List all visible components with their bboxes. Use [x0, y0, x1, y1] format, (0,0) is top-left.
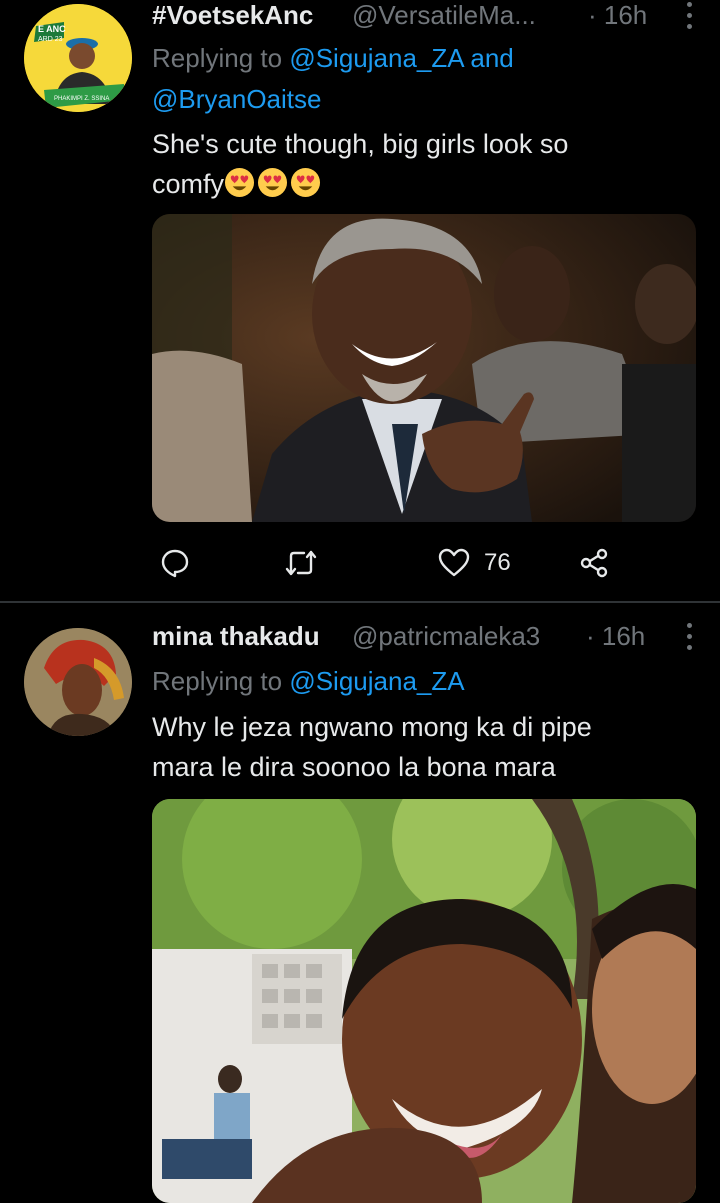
- tweet-text-line: mara le dira soonoo la bona mara: [152, 752, 556, 782]
- avatar[interactable]: E ANC ARD 23 PHAKIMPI Z. SSINA: [24, 4, 132, 112]
- mention-joiner[interactable]: and: [470, 43, 513, 73]
- tweet-photo[interactable]: [152, 799, 696, 1203]
- heart-eyes-emoji-icon: [257, 167, 288, 198]
- user-handle[interactable]: @VersatileMa...: [352, 0, 536, 31]
- tweet[interactable]: mina thakadu @patricmaleka3 · 16h Replyi…: [0, 603, 720, 1203]
- tweet-text-fragment: comfy: [152, 169, 225, 199]
- like-count: 76: [484, 549, 511, 576]
- heart-eyes-emoji-icon: [290, 167, 321, 198]
- replying-to-label: Replying to: [152, 43, 283, 73]
- display-name[interactable]: mina thakadu: [152, 621, 320, 652]
- speech-bubble-icon: [160, 548, 190, 578]
- tweet-text-line: She's cute though, big girls look so: [152, 129, 569, 159]
- avatar-badge-text: E ANC: [38, 24, 66, 34]
- tweet-header: #VoetsekAnc @VersatileMa... · 16h: [152, 0, 720, 40]
- reply-button[interactable]: [160, 542, 190, 584]
- heart-icon: [438, 548, 470, 578]
- mention-link[interactable]: @Sigujana_ZA: [289, 43, 463, 73]
- timestamp[interactable]: · 16h: [586, 621, 645, 652]
- display-name[interactable]: #VoetsekAnc: [152, 0, 313, 31]
- more-vertical-icon[interactable]: [684, 2, 694, 32]
- timestamp[interactable]: · 16h: [588, 0, 647, 31]
- tweet[interactable]: E ANC ARD 23 PHAKIMPI Z. SSINA #VoetsekA…: [0, 0, 720, 602]
- tweet-header: mina thakadu @patricmaleka3 · 16h: [152, 621, 720, 661]
- replying-to-line: Replying to @Sigujana_ZA: [152, 661, 465, 701]
- heart-eyes-emoji-icon: [224, 167, 255, 198]
- retweet-button[interactable]: [284, 542, 318, 584]
- retweet-icon: [284, 548, 318, 578]
- replying-to-line-2: @BryanOaitse: [152, 79, 321, 119]
- mention-link[interactable]: @Sigujana_ZA: [289, 666, 464, 696]
- share-button[interactable]: [578, 542, 610, 584]
- avatar-badge-subtext: ARD 23: [38, 36, 63, 43]
- tweet-text-line: Why le jeza ngwano mong ka di pipe: [152, 712, 592, 742]
- like-button[interactable]: 76: [438, 542, 511, 584]
- avatar[interactable]: [24, 628, 132, 736]
- tweet-photo[interactable]: [152, 214, 696, 522]
- replying-to-line: Replying to @Sigujana_ZA and: [152, 38, 514, 78]
- tweet-text-line: comfy: [152, 164, 692, 204]
- tweet-text: Why le jeza ngwano mong ka di pipe mara …: [152, 707, 692, 787]
- user-handle[interactable]: @patricmaleka3: [352, 621, 540, 652]
- mention-link[interactable]: @BryanOaitse: [152, 84, 321, 114]
- replying-to-label: Replying to: [152, 666, 283, 696]
- avatar-banner-text: PHAKIMPI Z. SSINA: [54, 96, 109, 102]
- share-icon: [578, 548, 610, 578]
- tweet-text: She's cute though, big girls look so com…: [152, 124, 692, 204]
- tweet-actions: 76: [152, 542, 696, 584]
- more-vertical-icon[interactable]: [684, 623, 694, 653]
